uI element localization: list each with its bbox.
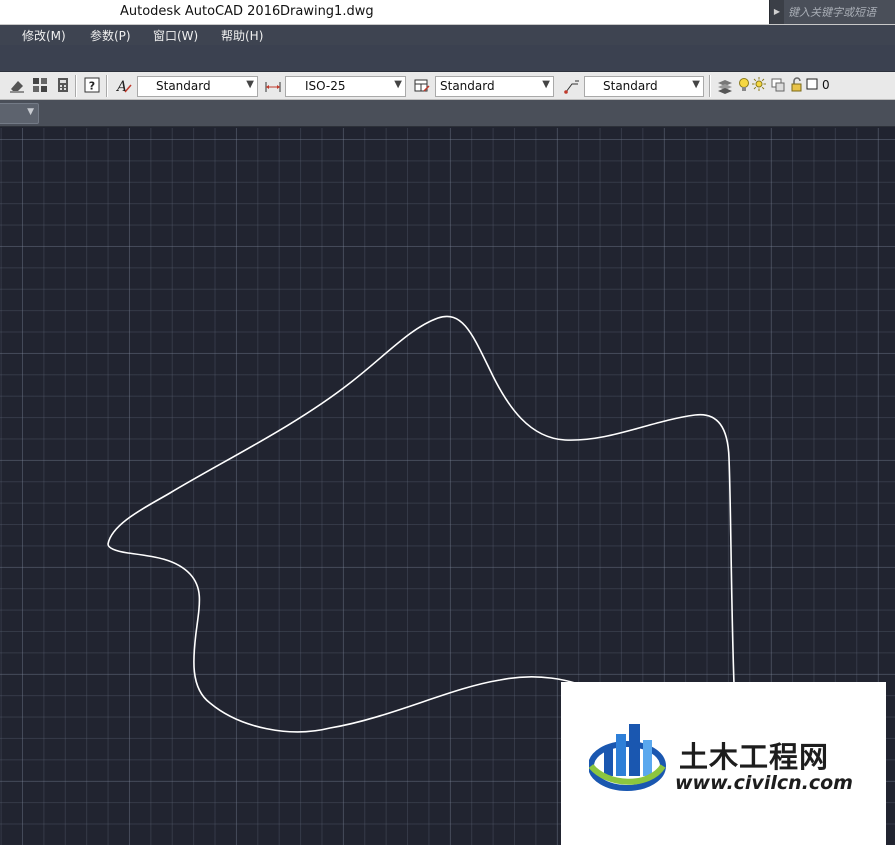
file-title: Drawing1.dwg xyxy=(280,4,374,19)
layer-properties-icon[interactable] xyxy=(716,77,734,95)
menu-modify[interactable]: 修改(M) xyxy=(22,27,66,44)
watermark: 土木工程网 www.civilcn.com xyxy=(561,682,886,845)
unlock-icon[interactable] xyxy=(790,77,804,95)
layer-color-swatch-icon[interactable] xyxy=(806,77,818,95)
text-style-dropdown[interactable]: Standard ▼ xyxy=(137,76,258,97)
toolbar-separator xyxy=(709,75,711,97)
civilcn-logo-icon xyxy=(588,722,675,798)
properties-icon[interactable] xyxy=(31,77,49,95)
help-icon[interactable]: ? xyxy=(83,77,101,95)
dimension-style-dropdown[interactable]: ISO-25 ▼ xyxy=(285,76,406,97)
menu-bar: 修改(M) 参数(P) 窗口(W) 帮助(H) xyxy=(0,25,895,45)
sun-icon[interactable] xyxy=(752,77,766,95)
menu-help[interactable]: 帮助(H) xyxy=(221,27,263,44)
multileader-style-dropdown[interactable]: Standard ▼ xyxy=(584,76,704,97)
multileader-style-value: Standard xyxy=(603,79,658,93)
table-style-dropdown[interactable]: Standard ▼ xyxy=(435,76,554,97)
spline-curve[interactable] xyxy=(107,315,735,733)
dimension-style-value: ISO-25 xyxy=(305,79,346,93)
toolbar-separator xyxy=(75,75,77,97)
lightbulb-icon[interactable] xyxy=(738,77,750,95)
chevron-down-icon[interactable]: ▼ xyxy=(542,79,550,90)
chevron-down-icon[interactable]: ▼ xyxy=(394,79,402,90)
text-style-icon[interactable]: A xyxy=(115,77,133,95)
chevron-down-icon[interactable]: ▼ xyxy=(27,107,34,117)
multileader-style-icon[interactable] xyxy=(563,77,581,95)
chevron-down-icon[interactable]: ▼ xyxy=(692,79,700,90)
current-layer-name[interactable]: 0 xyxy=(822,78,830,92)
search-placeholder: 键入关键字或短语 xyxy=(788,6,876,19)
title-bar: Autodesk AutoCAD 2016 Drawing1.dwg ▶ 键入关… xyxy=(0,0,895,25)
calculator-icon[interactable] xyxy=(54,77,72,95)
svg-text:?: ? xyxy=(89,80,95,93)
watermark-url: www.civilcn.com xyxy=(675,772,853,794)
table-style-value: Standard xyxy=(440,79,495,93)
search-box[interactable]: ▶ 键入关键字或短语 xyxy=(769,0,895,24)
chevron-down-icon[interactable]: ▼ xyxy=(246,79,254,90)
watermark-title: 土木工程网 xyxy=(679,740,830,774)
svg-text:A: A xyxy=(115,79,127,95)
menu-window[interactable]: 窗口(W) xyxy=(153,27,198,44)
ribbon-strip xyxy=(0,45,895,72)
viewport-freeze-icon[interactable] xyxy=(770,77,786,95)
search-expand-arrow-icon[interactable]: ▶ xyxy=(770,0,784,24)
toolbar-separator xyxy=(106,75,108,97)
text-style-value: Standard xyxy=(156,79,211,93)
dimension-style-icon[interactable] xyxy=(264,77,282,95)
secondary-toolbar: ▼ xyxy=(0,100,895,127)
menu-parametric[interactable]: 参数(P) xyxy=(90,27,131,44)
workspace-dropdown[interactable]: ▼ xyxy=(0,103,39,124)
app-title: Autodesk AutoCAD 2016 xyxy=(120,4,281,19)
eraser-icon[interactable] xyxy=(8,77,26,95)
table-style-icon[interactable] xyxy=(413,77,431,95)
styles-toolbar: ? A Standard ▼ ISO-25 ▼ Standard ▼ Stand… xyxy=(0,72,895,100)
